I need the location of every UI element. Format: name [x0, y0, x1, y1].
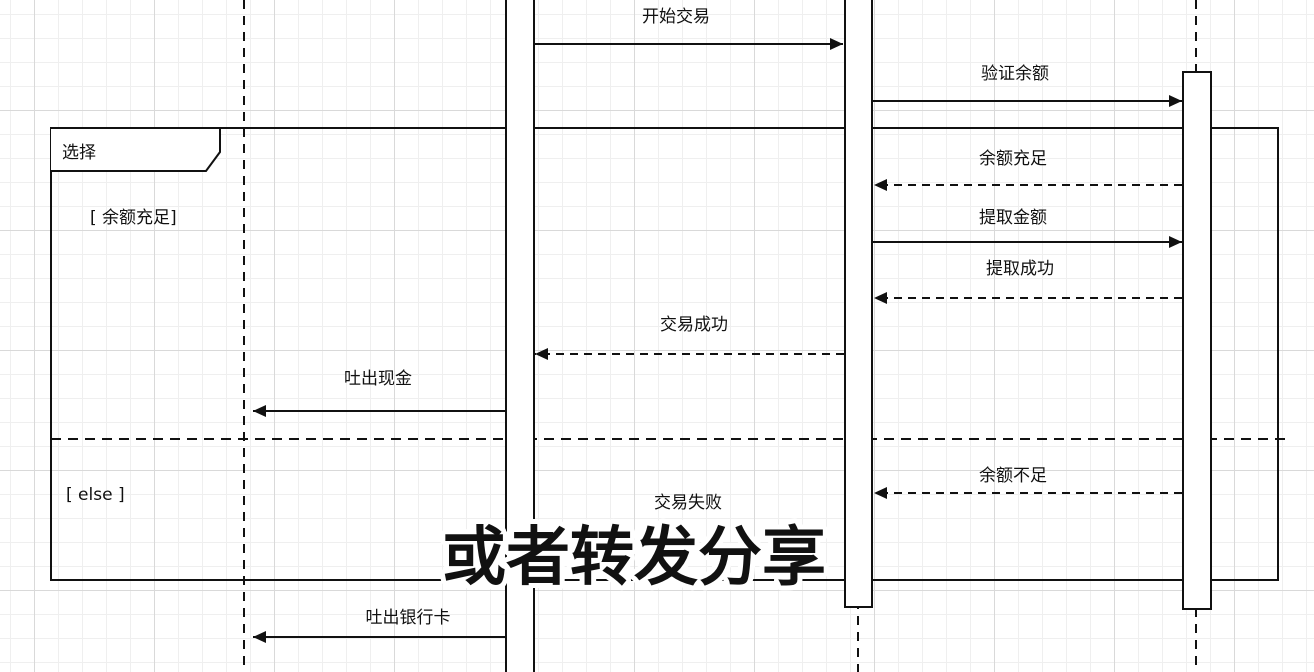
- message-label-withdraw-success: 提取成功: [986, 259, 1054, 279]
- message-label-eject-card: 吐出银行卡: [366, 608, 451, 628]
- message-label-dispense-cash: 吐出现金: [344, 369, 412, 389]
- fragment-operator-label: 选择: [62, 143, 96, 163]
- sequence-diagram: 选择 [ 余额充足] [ else ] 开始交易 验证余额 余额充足 提取金额 …: [50, 0, 1285, 672]
- message-label-transaction-success: 交易成功: [660, 315, 728, 335]
- message-label-start-transaction: 开始交易: [642, 7, 710, 27]
- guard-else: [ else ]: [66, 485, 125, 505]
- message-label-balance-insufficient: 余额不足: [979, 466, 1047, 486]
- overlay-caption: 或者转发分享: [442, 521, 826, 595]
- message-label-balance-sufficient: 余额充足: [979, 149, 1047, 169]
- message-label-verify-balance: 验证余额: [981, 64, 1049, 84]
- message-label-transaction-failed: 交易失败: [654, 493, 722, 513]
- guard-balance-sufficient: [ 余额充足]: [90, 208, 177, 228]
- activation-bank: [844, 0, 873, 608]
- message-label-withdraw-amount: 提取金额: [979, 208, 1047, 228]
- activation-account: [1182, 71, 1212, 610]
